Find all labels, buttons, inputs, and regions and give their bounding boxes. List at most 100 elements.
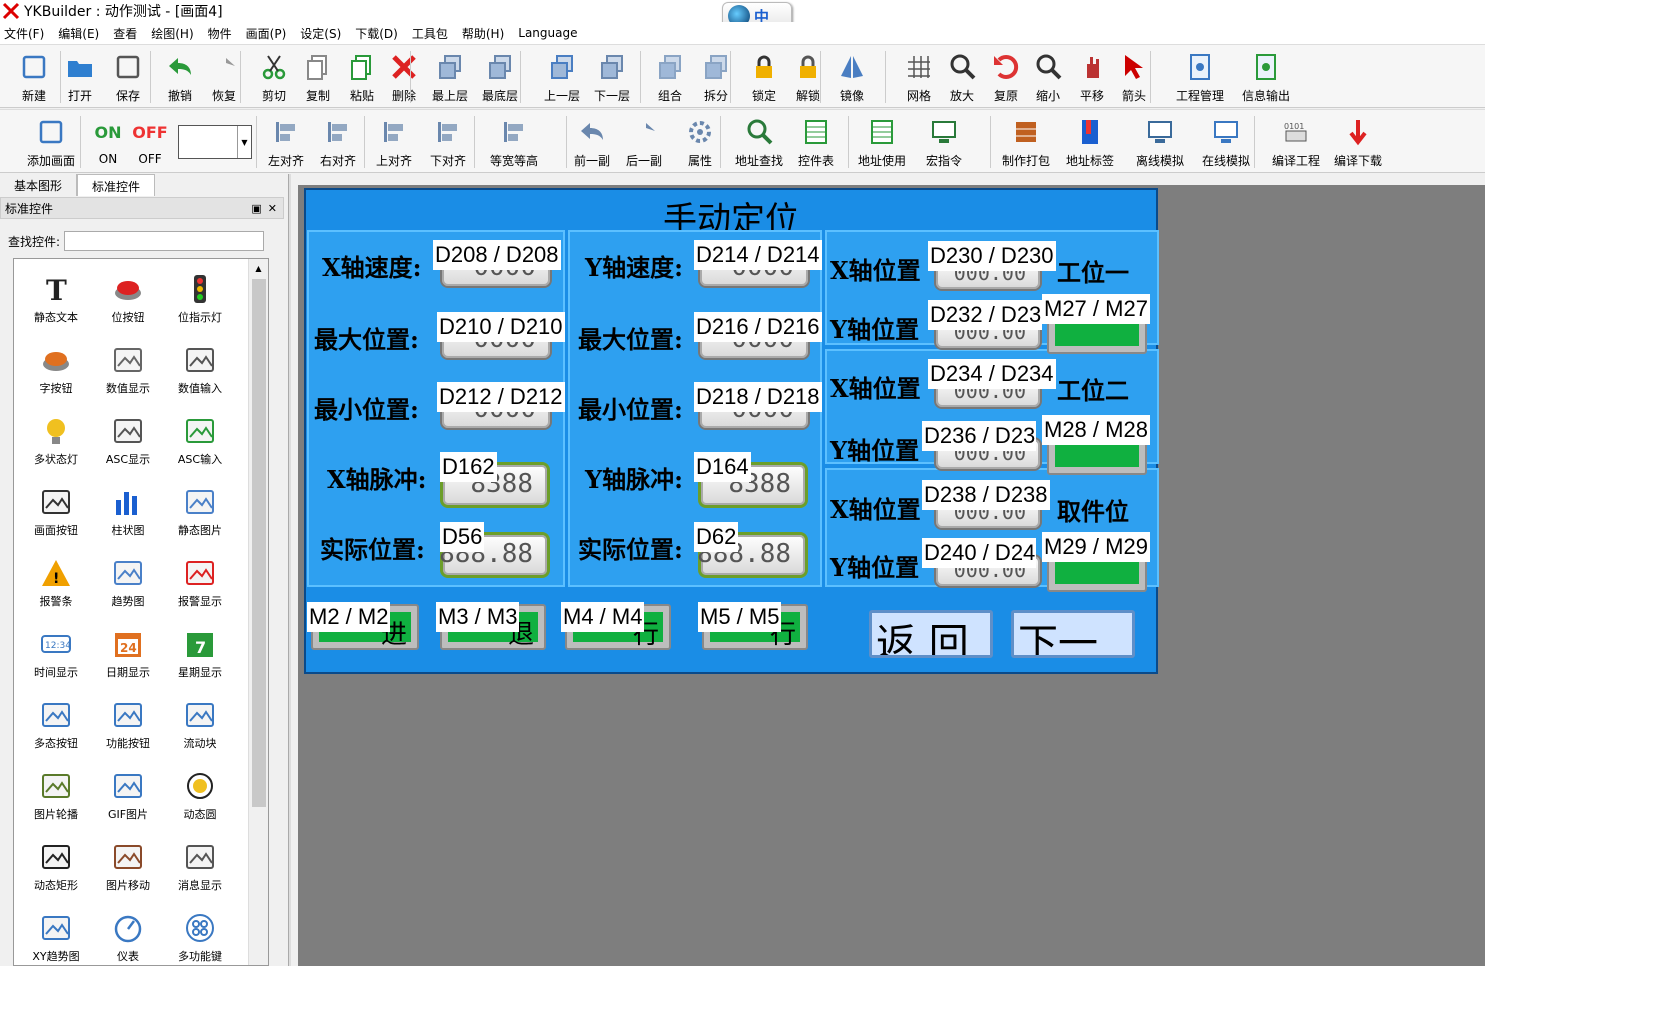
toolbar2-btn-6[interactable]: 下对齐 <box>424 114 472 172</box>
menu-item-4[interactable]: 物件 <box>208 25 232 42</box>
toolbar2-btn-11[interactable]: 地址查找 <box>730 114 788 172</box>
tool-item-19[interactable]: 功能按钮 <box>92 685 164 756</box>
toolbar-btn-16[interactable]: 解锁 <box>784 49 832 107</box>
scroll-up-icon[interactable]: ▲ <box>249 259 268 277</box>
toolbar2-btn-20[interactable]: 编译下载 <box>1326 114 1390 172</box>
tool-item-2[interactable]: 位指示灯 <box>164 259 236 330</box>
menu-item-8[interactable]: 工具包 <box>412 25 448 42</box>
toolbar-btn-21[interactable]: 缩小 <box>1024 49 1072 107</box>
toolbar2-btn-19[interactable]: 0101 编译工程 <box>1266 114 1326 172</box>
toolbar-btn-10[interactable]: 最底层 <box>476 49 524 107</box>
toolbar2-btn-3[interactable]: 左对齐 <box>262 114 310 172</box>
tab-basic-shapes[interactable]: 基本图形 <box>0 174 78 196</box>
tool-item-5[interactable]: 数值输入 <box>164 330 236 401</box>
toolbar2-btn-0[interactable]: 添加画面 <box>20 114 82 172</box>
menu-item-6[interactable]: 设定(S) <box>300 25 341 42</box>
tool-item-15[interactable]: 12:34 时间显示 <box>20 614 92 685</box>
tool-item-14[interactable]: 报警显示 <box>164 543 236 614</box>
toolbar-btn-2[interactable]: 保存 <box>104 49 152 107</box>
toolbar2-btn-5[interactable]: 上对齐 <box>370 114 418 172</box>
toolbar-btn-17[interactable]: 镜像 <box>828 49 876 107</box>
toolbar2-btn-8[interactable]: 前一副 <box>568 114 616 172</box>
style-dropdown[interactable]: ▼ <box>178 125 252 159</box>
toolbar2-btn-16[interactable]: 地址标签 <box>1062 114 1118 172</box>
toolbar2-btn-14[interactable]: 宏指令 <box>920 114 968 172</box>
toolbar-btn-15[interactable]: 锁定 <box>740 49 788 107</box>
menu-item-0[interactable]: 文件(F) <box>4 25 44 42</box>
menu-item-1[interactable]: 编辑(E) <box>58 25 99 42</box>
toolbar2-btn-18[interactable]: 在线模拟 <box>1198 114 1254 172</box>
align-icon <box>271 117 301 147</box>
tool-item-1[interactable]: 位按钮 <box>92 259 164 330</box>
float-icon[interactable]: ▣ <box>251 202 261 215</box>
tool-item-28[interactable]: 仪表 <box>92 898 164 965</box>
toolbar-btn-6[interactable]: 复制 <box>294 49 342 107</box>
toolbar-btn-5[interactable]: 剪切 <box>250 49 298 107</box>
toolbar2-btn-9[interactable]: 后一副 <box>620 114 668 172</box>
toolbar-btn-7[interactable]: 粘贴 <box>338 49 386 107</box>
toolbar-btn-3[interactable]: 撤销 <box>156 49 204 107</box>
toolbar-btn-12[interactable]: 下一层 <box>588 49 636 107</box>
search-input[interactable] <box>64 231 265 251</box>
tool-item-22[interactable]: GIF图片 <box>92 756 164 827</box>
menu-item-10[interactable]: Language <box>518 26 577 40</box>
toolbar-separator <box>364 116 365 168</box>
tool-item-12[interactable]: ! 报警条 <box>20 543 92 614</box>
toolbar-btn-1[interactable]: 打开 <box>56 49 104 107</box>
palette-scrollbar[interactable]: ▲ <box>248 259 268 965</box>
toolbar2-btn-1[interactable]: ON ON <box>84 114 132 172</box>
tool-item-18[interactable]: 多态按钮 <box>20 685 92 756</box>
toolbar2-btn-7[interactable]: 等宽等高 <box>486 114 542 172</box>
tool-item-10[interactable]: 柱状图 <box>92 472 164 543</box>
toolbar-btn-0[interactable]: 新建 <box>10 49 58 107</box>
tool-item-0[interactable]: T 静态文本 <box>20 259 92 330</box>
tool-item-17[interactable]: 7 星期显示 <box>164 614 236 685</box>
back-button[interactable]: 返 回 <box>869 610 993 658</box>
tool-item-20[interactable]: 流动块 <box>164 685 236 756</box>
toolbar2-btn-17[interactable]: 离线模拟 <box>1132 114 1188 172</box>
tool-item-29[interactable]: 多功能键 <box>164 898 236 965</box>
tool-item-4[interactable]: 数值显示 <box>92 330 164 401</box>
toolbar2-btn-2[interactable]: OFF OFF <box>126 114 174 172</box>
toolbar-btn-19[interactable]: 放大 <box>938 49 986 107</box>
menu-item-3[interactable]: 绘图(H) <box>151 25 193 42</box>
toolbar-btn-9[interactable]: 最上层 <box>426 49 474 107</box>
tool-item-24[interactable]: 动态矩形 <box>20 827 92 898</box>
toolbar-btn-24[interactable]: 工程管理 <box>1170 49 1230 107</box>
toolbar2-btn-10[interactable]: 属性 <box>676 114 724 172</box>
tool-item-7[interactable]: ASC显示 <box>92 401 164 472</box>
tool-item-9[interactable]: 画面按钮 <box>20 472 92 543</box>
tool-item-23[interactable]: 动态圆 <box>164 756 236 827</box>
splitter[interactable] <box>288 174 291 966</box>
tab-standard-controls[interactable]: 标准控件 <box>77 174 156 196</box>
tool-item-21[interactable]: 图片轮播 <box>20 756 92 827</box>
tool-item-27[interactable]: XY趋势图 <box>20 898 92 965</box>
tool-item-25[interactable]: 图片移动 <box>92 827 164 898</box>
menu-item-2[interactable]: 查看 <box>113 25 137 42</box>
toolbar-btn-20[interactable]: 复原 <box>982 49 1030 107</box>
toolbar2-btn-12[interactable]: 控件表 <box>792 114 840 172</box>
tool-item-16[interactable]: 24 日期显示 <box>92 614 164 685</box>
menu-item-9[interactable]: 帮助(H) <box>462 25 504 42</box>
tool-item-11[interactable]: 静态图片 <box>164 472 236 543</box>
toolbar-btn-18[interactable]: 网格 <box>895 49 943 107</box>
next-page-button[interactable]: 下一页 <box>1011 610 1135 658</box>
menu-item-7[interactable]: 下载(D) <box>355 25 398 42</box>
tool-item-13[interactable]: 趋势图 <box>92 543 164 614</box>
scroll-thumb[interactable] <box>252 279 266 807</box>
toolbar-btn-22[interactable]: 平移 <box>1068 49 1116 107</box>
tool-item-3[interactable]: 字按钮 <box>20 330 92 401</box>
toolbar2-btn-13[interactable]: 地址使用 <box>852 114 912 172</box>
toolbar-btn-14[interactable]: 拆分 <box>692 49 740 107</box>
tool-item-6[interactable]: 多状态灯 <box>20 401 92 472</box>
close-icon[interactable]: ✕ <box>268 202 277 215</box>
toolbar2-btn-4[interactable]: 右对齐 <box>314 114 362 172</box>
toolbar2-btn-15[interactable]: 制作打包 <box>998 114 1054 172</box>
toolbar-btn-13[interactable]: 组合 <box>646 49 694 107</box>
tool-item-26[interactable]: 消息显示 <box>164 827 236 898</box>
toolbar-btn-11[interactable]: 上一层 <box>538 49 586 107</box>
toolbar-btn-8[interactable]: 删除 <box>380 49 428 107</box>
tool-item-8[interactable]: ASC输入 <box>164 401 236 472</box>
toolbar-btn-25[interactable]: 信息输出 <box>1236 49 1296 107</box>
menu-item-5[interactable]: 画面(P) <box>246 25 287 42</box>
